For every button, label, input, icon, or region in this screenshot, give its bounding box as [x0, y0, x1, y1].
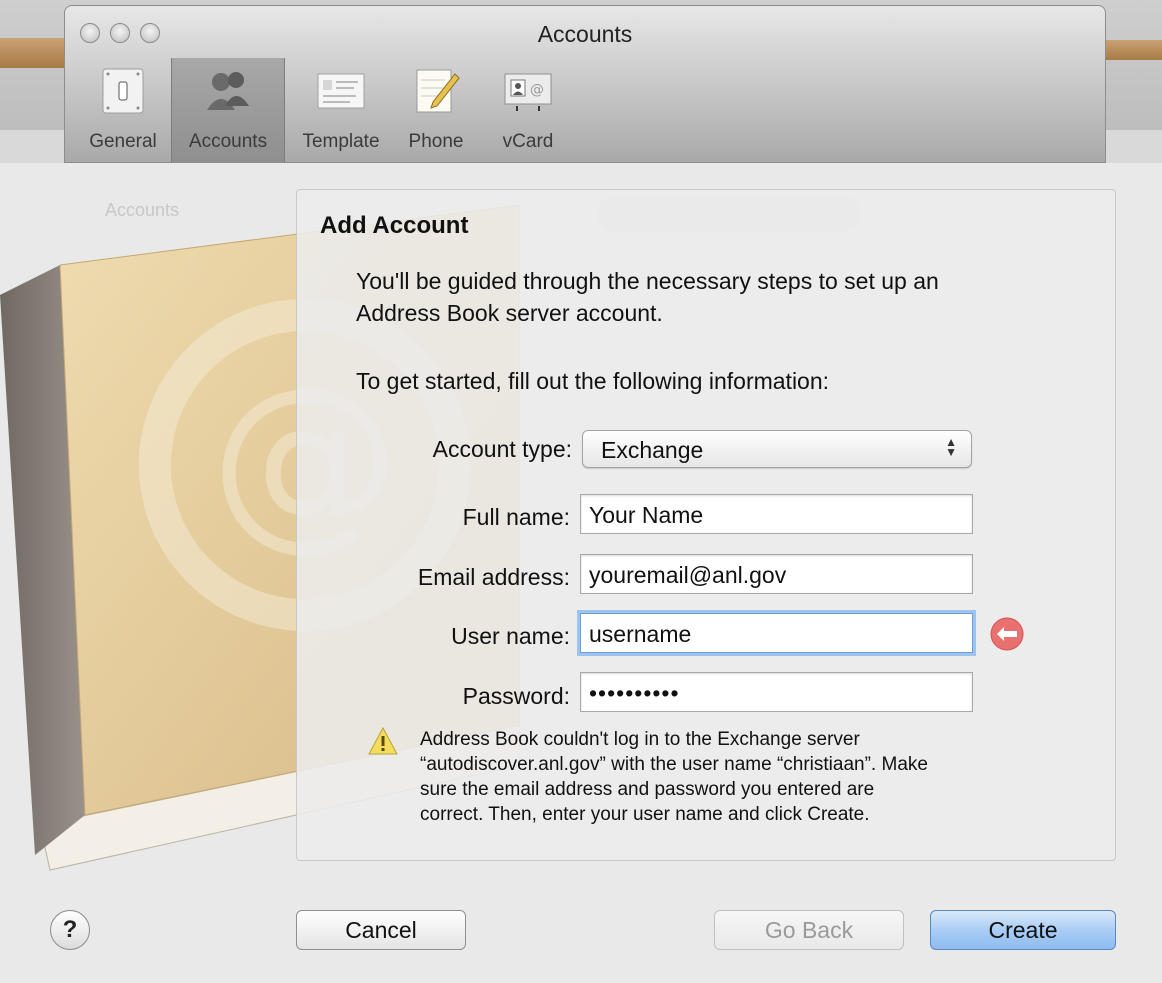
- window-title: Accounts: [537, 21, 633, 47]
- username-label: User name:: [451, 623, 570, 649]
- account-type-select[interactable]: Exchange ▲ ▼: [582, 430, 972, 468]
- toolbar-item-accounts[interactable]: Accounts: [171, 58, 285, 163]
- warning-line1: Address Book couldn't log in to the Exch…: [420, 729, 860, 750]
- toolbar-label-general: General: [89, 131, 157, 152]
- toolbar-item-vcard[interactable]: @ vCard: [493, 58, 563, 163]
- username-field[interactable]: username: [580, 613, 973, 653]
- notepad-pencil-icon: [416, 69, 460, 113]
- create-button[interactable]: Create: [930, 910, 1116, 950]
- password-label: Password:: [462, 683, 570, 709]
- toolbar-item-phone[interactable]: Phone: [400, 58, 472, 163]
- warning-message: Address Book couldn't log in to the Exch…: [420, 727, 1050, 827]
- toolbar-item-template[interactable]: Template: [289, 58, 393, 163]
- email-field[interactable]: youremail@anl.gov: [580, 554, 973, 594]
- warning-line2: “autodiscover.anl.gov” with the user nam…: [420, 754, 928, 775]
- account-type-value: Exchange: [601, 437, 704, 463]
- window-titlebar: Accounts General Accounts Template Phone…: [64, 5, 1106, 163]
- vcard-icon: @: [504, 73, 552, 111]
- email-label: Email address:: [417, 564, 570, 590]
- toolbar-label-phone: Phone: [408, 131, 464, 152]
- toolbar-label-accounts: Accounts: [188, 131, 268, 152]
- error-icon: [990, 617, 1024, 651]
- account-type-label: Account type:: [432, 436, 572, 462]
- intro-text-line1: You'll be guided through the necessary s…: [356, 268, 939, 294]
- select-arrows-icon: ▲ ▼: [945, 435, 957, 459]
- full-name-label: Full name:: [462, 504, 570, 530]
- help-button[interactable]: ?: [50, 910, 90, 950]
- people-icon: [207, 72, 249, 110]
- go-back-button[interactable]: Go Back: [714, 910, 904, 950]
- warning-line4: correct. Then, enter your user name and …: [420, 804, 870, 825]
- toolbar-label-vcard: vCard: [502, 131, 554, 152]
- warning-icon: [368, 727, 398, 755]
- warning-line3: sure the email address and password you …: [420, 779, 875, 800]
- instruction-text: To get started, fill out the following i…: [356, 368, 830, 394]
- intro-text-line2: Address Book server account.: [356, 300, 663, 326]
- svg-text:@: @: [530, 82, 544, 98]
- card-template-icon: [317, 73, 365, 109]
- toolbar-label-template: Template: [302, 131, 380, 152]
- sheet-title: Add Account: [320, 212, 469, 239]
- cancel-button[interactable]: Cancel: [296, 910, 466, 950]
- preferences-window: Accounts @ Accounts: [0, 0, 1162, 983]
- switch-icon: [102, 68, 144, 114]
- toolbar-item-general[interactable]: General: [77, 58, 169, 163]
- full-name-field[interactable]: Your Name: [580, 494, 973, 534]
- password-field[interactable]: ••••••••••: [580, 672, 973, 712]
